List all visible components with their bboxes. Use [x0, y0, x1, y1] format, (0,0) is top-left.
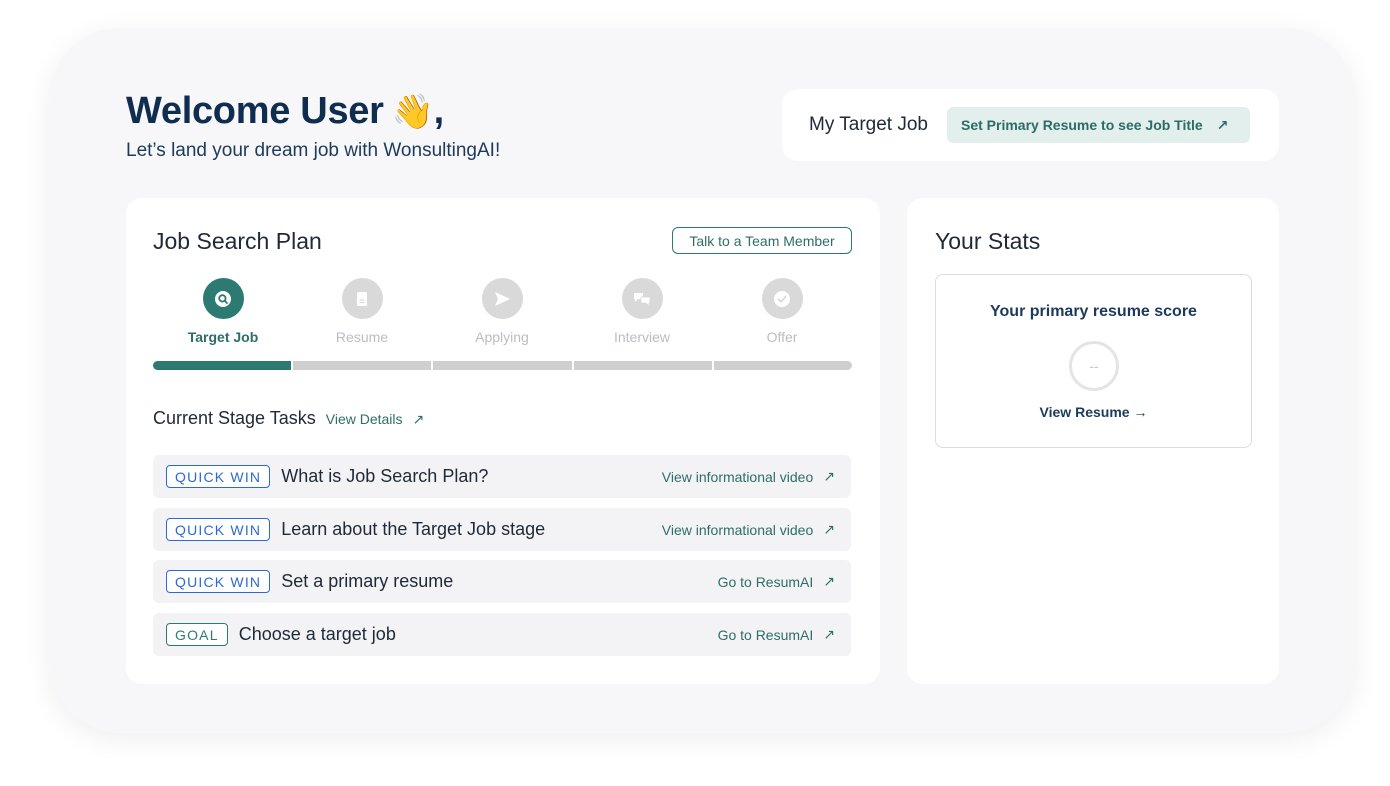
- arrow-up-right-icon: ↗: [823, 521, 835, 537]
- set-primary-resume-text: Set Primary Resume to see Job Title: [960, 117, 1203, 133]
- waving-hand-icon: 👋: [391, 92, 434, 131]
- task-link-text: Go to ResumAI: [717, 626, 814, 643]
- resume-score-label: Your primary resume score: [990, 303, 1197, 320]
- task-title: Set a primary resume: [281, 571, 454, 591]
- chat-icon: [621, 278, 663, 319]
- quick-win-badge: QUICK WIN: [166, 518, 271, 541]
- arrow-up-right-icon: ↗: [1216, 116, 1229, 133]
- task-link-text: Go to ResumAI: [717, 573, 814, 590]
- go-to-resumai-link[interactable]: Go to ResumAI ↗: [718, 626, 835, 643]
- welcome-heading: Welcome User 👋 ,: [126, 90, 444, 133]
- go-to-resumai-link[interactable]: Go to ResumAI ↗: [718, 573, 835, 590]
- task-link-text: View informational video: [661, 468, 814, 485]
- view-details-link[interactable]: View Details ↗: [326, 411, 425, 428]
- progress-segment: [713, 361, 853, 370]
- progress-segment: [293, 361, 432, 370]
- stage-label: Resume: [335, 329, 389, 345]
- stage-label: Interview: [613, 329, 671, 345]
- stage-interview[interactable]: Interview: [572, 278, 712, 345]
- task-row: QUICK WIN Learn about the Target Job sta…: [153, 508, 851, 551]
- view-details-text: View Details: [325, 411, 403, 427]
- resume-score-value: --: [1089, 358, 1099, 374]
- task-title: What is Job Search Plan?: [281, 466, 489, 486]
- stage-label: Target Job: [187, 329, 259, 345]
- check-icon: [761, 278, 803, 319]
- your-stats-card: Your Stats Your primary resume score -- …: [907, 198, 1279, 684]
- resume-score-ring: --: [1069, 341, 1119, 391]
- quick-win-badge: QUICK WIN: [166, 465, 271, 488]
- task-link-text: View informational video: [661, 521, 814, 538]
- stage-resume[interactable]: Resume: [292, 278, 432, 345]
- arrow-up-right-icon: ↗: [823, 626, 835, 642]
- goal-badge: GOAL: [166, 623, 228, 646]
- target-job-card: My Target Job Set Primary Resume to see …: [782, 89, 1279, 161]
- stage-applying[interactable]: Applying: [432, 278, 572, 345]
- stage-progress-bar: [153, 361, 853, 370]
- search-icon: [202, 278, 244, 319]
- talk-to-team-member-button[interactable]: Talk to a Team Member: [672, 227, 852, 254]
- current-stage-tasks-title: Current Stage Tasks: [153, 408, 316, 428]
- view-resume-link[interactable]: View Resume →: [936, 404, 1251, 420]
- arrow-up-right-icon: ↗: [823, 573, 835, 589]
- send-icon: [481, 278, 523, 319]
- welcome-subtitle: Let’s land your dream job with Wonsultin…: [126, 140, 501, 161]
- task-title: Learn about the Target Job stage: [281, 519, 546, 539]
- stage-offer[interactable]: Offer: [712, 278, 852, 345]
- arrow-up-right-icon: ↗: [412, 410, 425, 427]
- task-row: GOAL Choose a target job Go to ResumAI ↗: [153, 613, 851, 656]
- set-primary-resume-button[interactable]: Set Primary Resume to see Job Title ↗: [946, 107, 1251, 143]
- progress-segment: [433, 361, 572, 370]
- your-stats-title: Your Stats: [935, 228, 1041, 254]
- stage-label: Applying: [475, 329, 529, 345]
- stage-target-job[interactable]: Target Job: [153, 278, 293, 345]
- quick-win-badge: QUICK WIN: [166, 570, 271, 593]
- job-search-plan-card: Job Search Plan Talk to a Team Member Ta…: [126, 198, 880, 684]
- target-job-label: My Target Job: [809, 114, 928, 135]
- task-row: QUICK WIN What is Job Search Plan? View …: [153, 455, 851, 498]
- view-informational-video-link[interactable]: View informational video ↗: [662, 468, 835, 485]
- task-row: QUICK WIN Set a primary resume Go to Res…: [153, 560, 851, 603]
- progress-segment: [153, 361, 292, 370]
- welcome-title-text: Welcome User: [126, 90, 384, 132]
- document-icon: [341, 278, 383, 319]
- resume-score-box: Your primary resume score -- View Resume…: [935, 274, 1252, 448]
- arrow-up-right-icon: ↗: [823, 468, 835, 484]
- job-search-plan-title: Job Search Plan: [153, 228, 322, 254]
- current-stage-tasks-header: Current Stage Tasks View Details ↗: [153, 408, 424, 429]
- task-title: Choose a target job: [238, 624, 396, 644]
- welcome-title-suffix: ,: [433, 90, 445, 132]
- stage-label: Offer: [766, 329, 798, 345]
- progress-segment: [573, 361, 712, 370]
- view-informational-video-link[interactable]: View informational video ↗: [662, 521, 835, 538]
